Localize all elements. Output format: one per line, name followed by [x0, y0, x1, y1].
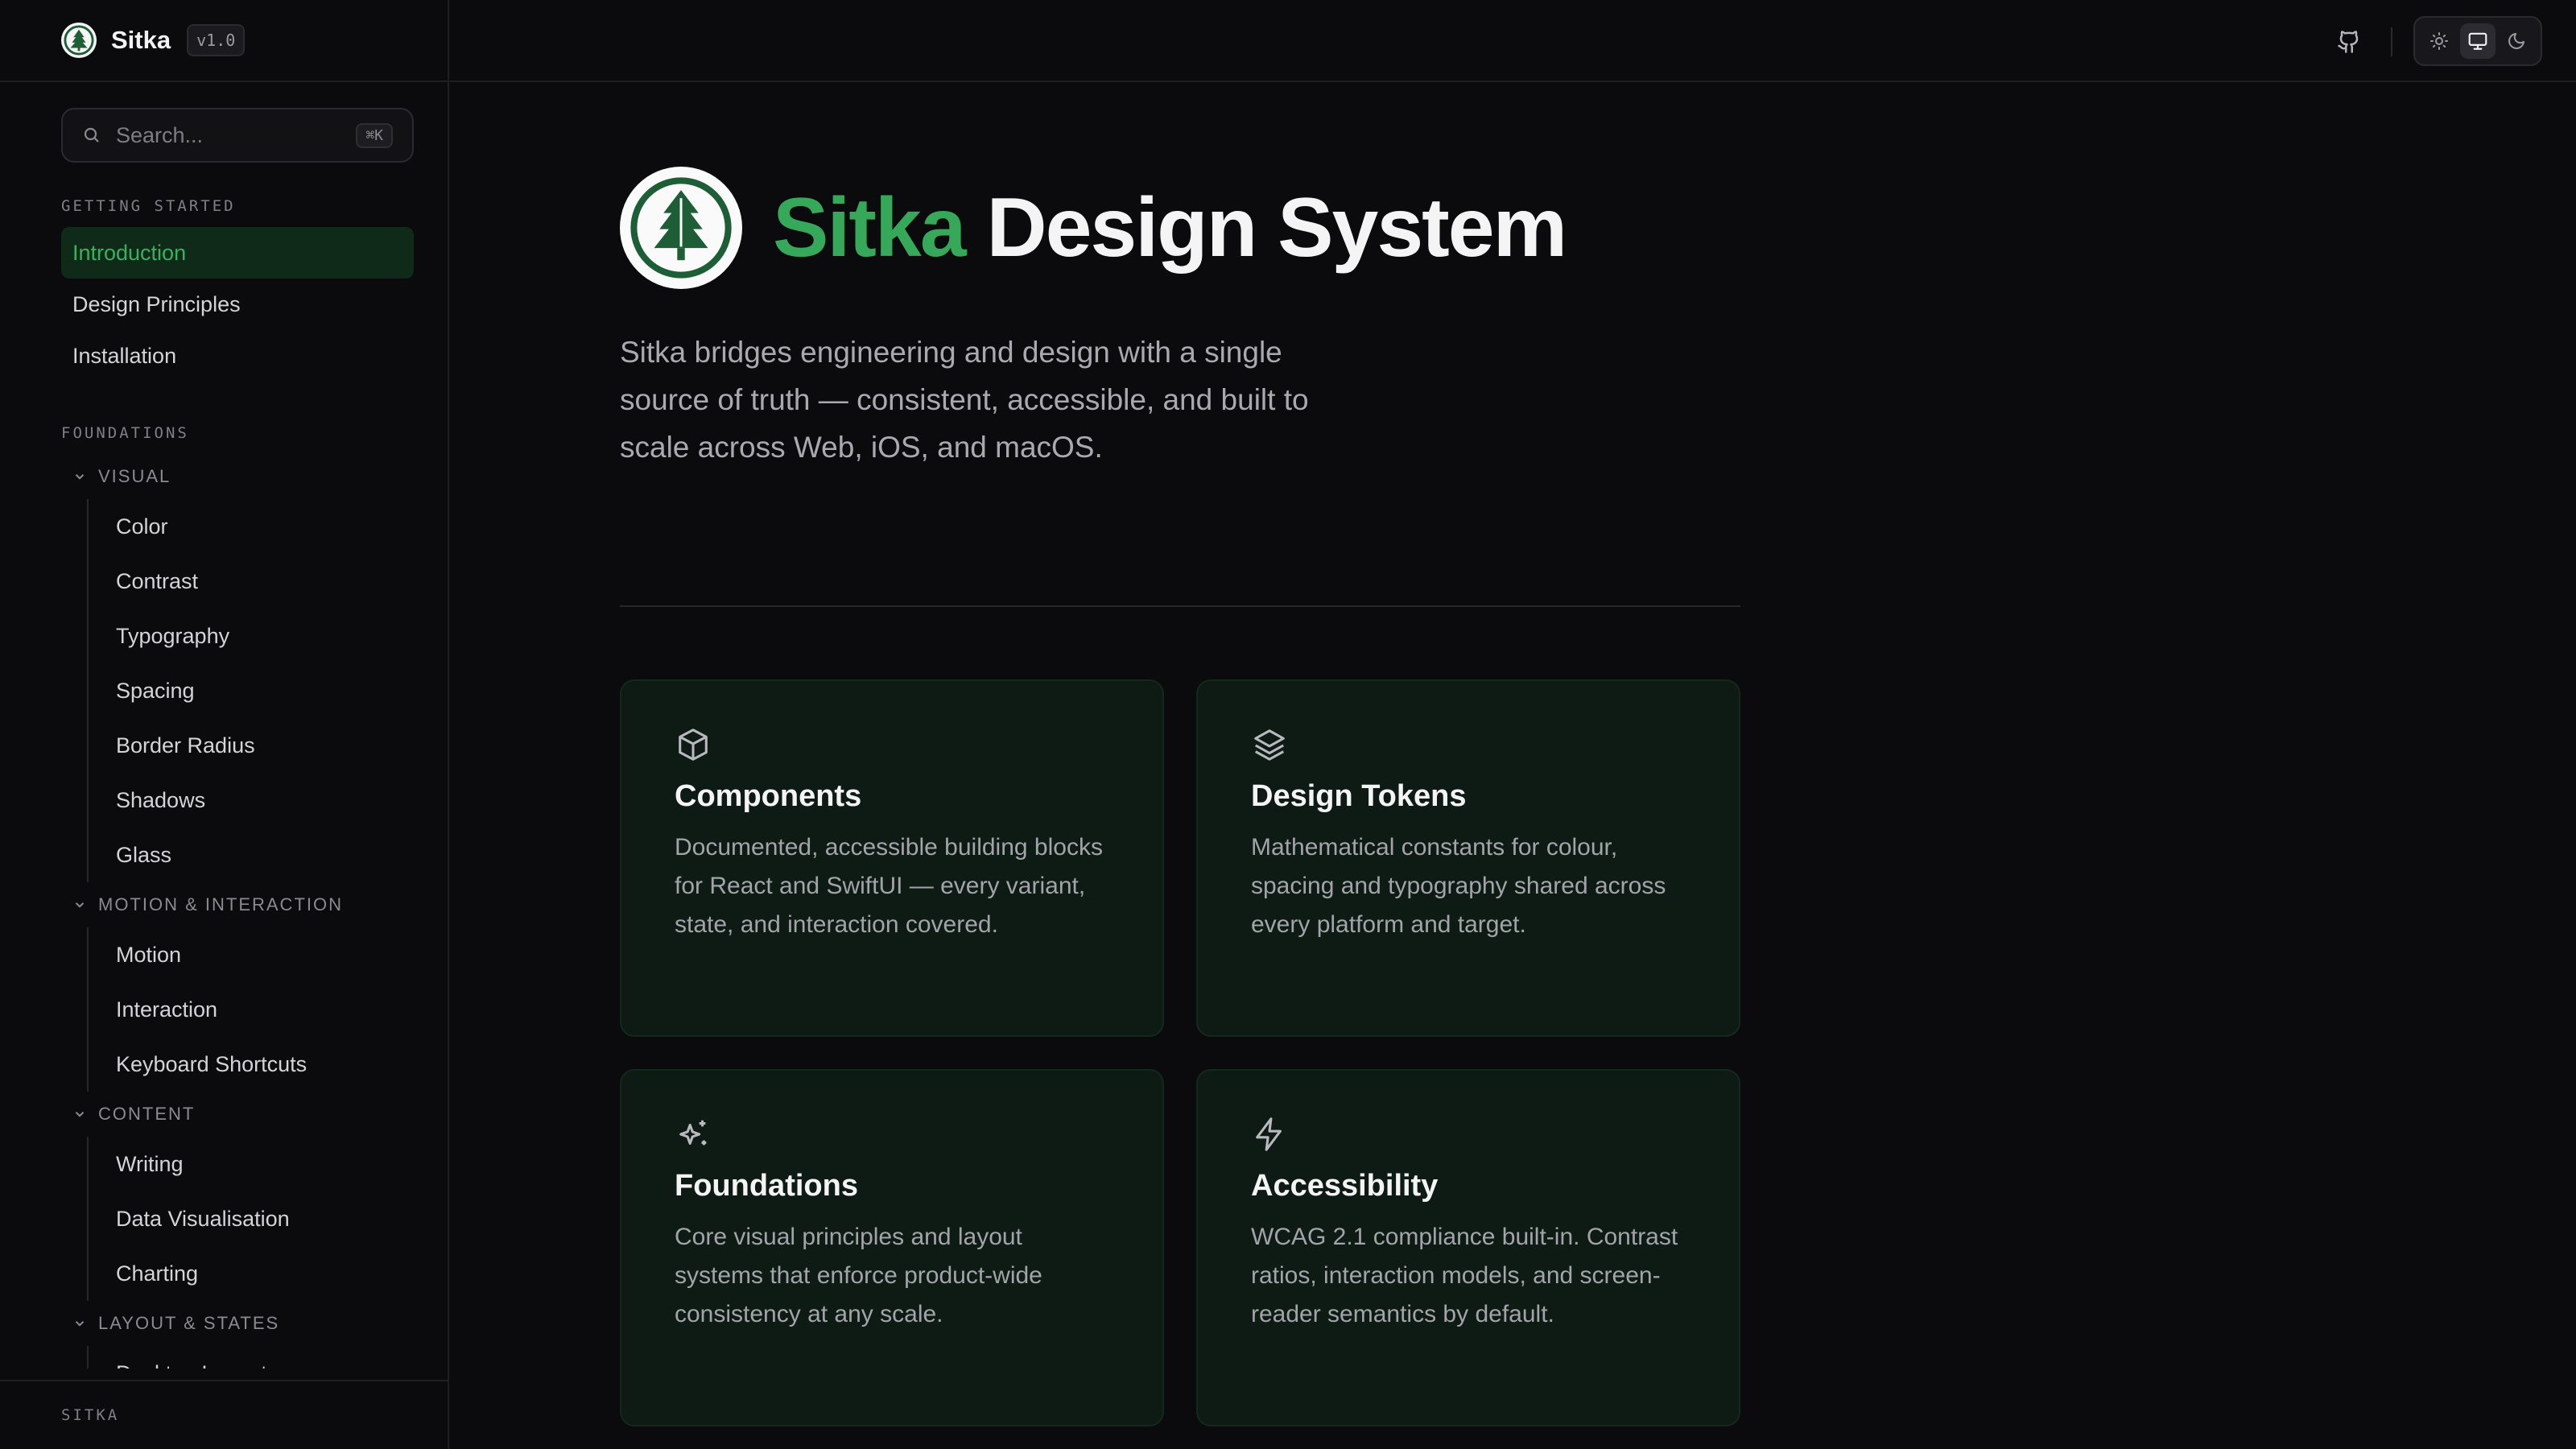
card-title: Foundations [675, 1169, 858, 1203]
search-shortcut-badge: ⌘K [356, 122, 393, 148]
feature-cards: Components Documented, accessible buildi… [620, 679, 1740, 1426]
page-title-accent: Sitka [773, 180, 967, 275]
card-description: Core visual principles and layout system… [675, 1224, 1042, 1327]
sitka-logo-icon [620, 167, 742, 289]
card-title: Components [675, 779, 862, 813]
layers-icon [1251, 726, 1290, 765]
sidebar-item-charting[interactable]: Charting [89, 1246, 448, 1301]
theme-toggle [2413, 16, 2542, 66]
brand-name[interactable]: Sitka [111, 26, 171, 55]
nav-group-motion-interaction[interactable]: MOTION & INTERACTION [72, 882, 448, 927]
search-icon [82, 126, 101, 145]
sidebar-item-typography[interactable]: Typography [89, 609, 448, 663]
card-title: Accessibility [1251, 1169, 1439, 1203]
page-title-rest: Design System [986, 180, 1567, 275]
chevron-down-icon [75, 1321, 85, 1327]
card-title: Design Tokens [1251, 779, 1467, 813]
card-description: Mathematical constants for colour, spaci… [1251, 834, 1666, 938]
sidebar: Sitka v1.0 Search... ⌘K GETTING STARTED … [0, 0, 449, 1449]
top-bar [449, 0, 2576, 82]
chevron-down-icon [75, 1112, 85, 1117]
card-accessibility[interactable]: Accessibility WCAG 2.1 compliance built-… [1196, 1069, 1740, 1426]
sidebar-item-introduction[interactable]: Introduction [61, 227, 414, 279]
card-description: Documented, accessible building blocks f… [675, 834, 1103, 938]
sidebar-item-desktop-layout[interactable]: Desktop Layout [89, 1346, 448, 1368]
chevron-down-icon [75, 902, 85, 908]
sidebar-item-color[interactable]: Color [89, 499, 448, 554]
monitor-icon[interactable] [2460, 23, 2496, 59]
nav-sublist: Motion Interaction Keyboard Shortcuts [87, 927, 448, 1092]
nav-section-title: GETTING STARTED [61, 197, 236, 215]
hero: Sitka Design System [620, 166, 1740, 290]
nav-group-layout-states[interactable]: LAYOUT & STATES [72, 1301, 448, 1346]
version-badge: v1.0 [187, 24, 246, 56]
card-components[interactable]: Components Documented, accessible buildi… [620, 679, 1164, 1037]
search-input[interactable]: Search... ⌘K [61, 108, 414, 163]
nav-sublist: Desktop Layout [87, 1346, 448, 1368]
nav-sublist: Writing Data Visualisation Charting [87, 1137, 448, 1301]
sidebar-nav: GETTING STARTED Introduction Design Prin… [0, 185, 448, 1368]
zap-icon [1251, 1116, 1290, 1154]
toolbar-divider [2391, 27, 2392, 56]
sidebar-item-writing[interactable]: Writing [89, 1137, 448, 1191]
nav-group-label: LAYOUT & STATES [98, 1313, 280, 1333]
sidebar-footer: SITKA [0, 1380, 448, 1449]
box-icon [675, 726, 713, 765]
sidebar-item-interaction[interactable]: Interaction [89, 982, 448, 1037]
search-placeholder: Search... [116, 122, 204, 147]
nav-section-title: FOUNDATIONS [61, 424, 189, 442]
divider [620, 605, 1740, 607]
sidebar-item-shadows[interactable]: Shadows [89, 773, 448, 828]
nav-group-content[interactable]: CONTENT [72, 1092, 448, 1137]
nav-group-label: MOTION & INTERACTION [98, 894, 343, 914]
nav-group-label: CONTENT [98, 1104, 196, 1124]
nav-group-visual[interactable]: VISUAL [72, 454, 448, 499]
sidebar-item-spacing[interactable]: Spacing [89, 663, 448, 718]
chevron-down-icon [75, 474, 85, 480]
page-title: Sitka Design System [773, 180, 1567, 276]
sidebar-item-design-principles[interactable]: Design Principles [61, 279, 414, 330]
card-design-tokens[interactable]: Design Tokens Mathematical constants for… [1196, 679, 1740, 1037]
page-lead: Sitka bridges engineering and design wit… [620, 336, 1309, 464]
sparkles-icon [675, 1116, 713, 1154]
card-foundations[interactable]: Foundations Core visual principles and l… [620, 1069, 1164, 1426]
nav-sublist: Color Contrast Typography Spacing Border… [87, 499, 448, 882]
sitka-logo-icon[interactable] [61, 23, 97, 58]
sidebar-item-installation[interactable]: Installation [61, 330, 414, 382]
sidebar-item-glass[interactable]: Glass [89, 828, 448, 882]
sidebar-item-contrast[interactable]: Contrast [89, 554, 448, 609]
nav-group-label: VISUAL [98, 466, 171, 486]
github-icon[interactable] [2333, 26, 2365, 58]
sidebar-item-data-visualisation[interactable]: Data Visualisation [89, 1191, 448, 1246]
main-content: Sitka Design System Sitka bridges engine… [620, 166, 1740, 1426]
sun-icon[interactable] [2421, 23, 2457, 59]
sidebar-item-border-radius[interactable]: Border Radius [89, 718, 448, 773]
sidebar-header: Sitka v1.0 [0, 0, 448, 82]
sidebar-item-motion[interactable]: Motion [89, 927, 448, 982]
moon-icon[interactable] [2499, 23, 2534, 59]
sidebar-item-keyboard-shortcuts[interactable]: Keyboard Shortcuts [89, 1037, 448, 1092]
card-description: WCAG 2.1 compliance built-in. Contrast r… [1251, 1224, 1678, 1327]
